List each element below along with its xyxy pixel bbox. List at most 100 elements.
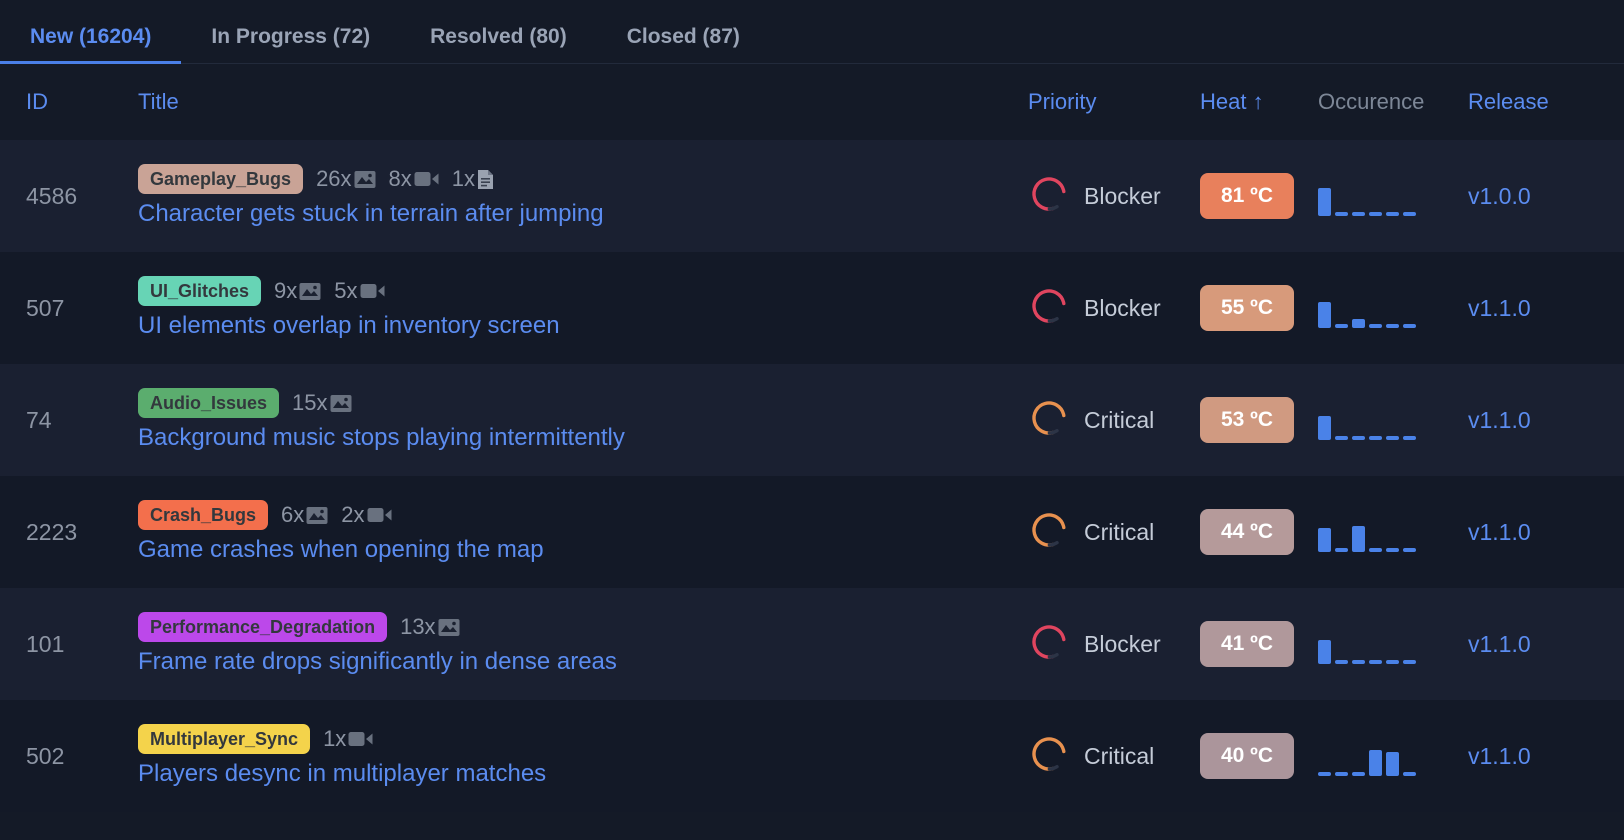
attachment-count: 1x (323, 726, 347, 751)
video-icon (348, 730, 373, 748)
row-tag[interactable]: Audio_Issues (138, 388, 280, 418)
sparkline-bar (1318, 528, 1331, 552)
sparkline-bar (1369, 548, 1382, 552)
row-title-cell: Performance_Degradation 13x Frame rate dro… (138, 588, 1028, 700)
sparkline-bar (1386, 212, 1399, 216)
row-tag-line: Crash_Bugs 6x 2x (138, 500, 1028, 530)
row-priority: Blocker (1028, 173, 1161, 220)
sparkline-bar (1352, 660, 1365, 664)
table-row[interactable]: 2223 Crash_Bugs 6x 2x Game crashes when open… (0, 476, 1624, 588)
tab-2[interactable]: Resolved (80) (400, 26, 597, 63)
table-row[interactable]: 74 Audio_Issues 15x Background music stops … (0, 364, 1624, 476)
row-title-link[interactable]: Background music stops playing intermitt… (138, 424, 1028, 452)
row-title-cell: UI_Glitches 9x 5x UI elements overlap in in… (138, 252, 1028, 364)
row-priority: Blocker (1028, 285, 1161, 332)
sparkline-bar (1318, 772, 1331, 776)
sparkline-bar (1318, 640, 1331, 664)
release-link[interactable]: v1.1.0 (1468, 743, 1531, 770)
attachment-image: 26x (316, 166, 376, 192)
row-title-link[interactable]: Game crashes when opening the map (138, 536, 1028, 564)
attachment-count: 8x (388, 166, 412, 191)
tab-0[interactable]: New (16204) (0, 26, 182, 64)
sparkline-bar (1386, 436, 1399, 440)
column-header-release[interactable]: Release (1468, 89, 1624, 115)
attachment-count: 2x (341, 502, 365, 527)
heat-badge: 55 ºC (1200, 285, 1294, 331)
table-row[interactable]: 502 Multiplayer_Sync 1x Players desync in m… (0, 700, 1624, 812)
image-icon (299, 282, 321, 301)
attachment-video: 2x (341, 502, 392, 528)
row-tag[interactable]: Performance_Degradation (138, 612, 388, 642)
attachment-count: 1x (451, 166, 476, 191)
sparkline-bar (1369, 750, 1382, 776)
sparkline-bar (1403, 436, 1416, 440)
table-row[interactable]: 4586 Gameplay_Bugs 26x 8x 1x Character gets s… (0, 140, 1624, 252)
video-icon (367, 506, 392, 524)
release-link[interactable]: v1.1.0 (1468, 407, 1531, 434)
row-tag[interactable]: UI_Glitches (138, 276, 262, 306)
row-title-link[interactable]: Frame rate drops significantly in dense … (138, 648, 1028, 676)
column-header-id[interactable]: ID (0, 89, 138, 115)
row-title-cell: Multiplayer_Sync 1x Players desync in mult… (138, 700, 1028, 812)
priority-gauge-icon (1028, 509, 1070, 556)
row-tag-line: UI_Glitches 9x 5x (138, 276, 1028, 306)
column-header-title[interactable]: Title (138, 89, 1028, 115)
row-title-cell: Gameplay_Bugs 26x 8x 1x Character gets stuck… (138, 140, 1028, 252)
row-id: 507 (26, 294, 65, 321)
table-row[interactable]: 101 Performance_Degradation 13x Frame rate … (0, 588, 1624, 700)
release-link[interactable]: v1.0.0 (1468, 183, 1531, 210)
heat-badge: 53 ºC (1200, 397, 1294, 443)
sparkline-bar (1352, 319, 1365, 328)
sparkline-bar (1403, 212, 1416, 216)
attachment-count: 9x (274, 278, 298, 303)
row-tag[interactable]: Multiplayer_Sync (138, 724, 311, 754)
row-title-cell: Audio_Issues 15x Background music stops pl… (138, 364, 1028, 476)
sparkline-bar (1386, 324, 1399, 328)
sparkline-bar (1352, 212, 1365, 216)
column-header-priority[interactable]: Priority (1028, 89, 1200, 115)
issues-table: ID Title Priority Heat ↑ Occurence Relea… (0, 64, 1624, 812)
priority-label: Blocker (1084, 630, 1161, 657)
release-link[interactable]: v1.1.0 (1468, 295, 1531, 322)
row-title-link[interactable]: UI elements overlap in inventory screen (138, 312, 1028, 340)
sparkline-bar (1335, 436, 1348, 440)
video-icon (360, 282, 385, 300)
row-tag[interactable]: Gameplay_Bugs (138, 164, 304, 194)
attachment-video: 1x (323, 726, 373, 752)
tab-1[interactable]: In Progress (72) (181, 26, 400, 63)
table-row[interactable]: 507 UI_Glitches 9x 5x UI elements overlap in… (0, 252, 1624, 364)
table-body: 4586 Gameplay_Bugs 26x 8x 1x Character gets s… (0, 140, 1624, 812)
sparkline-bar (1386, 752, 1399, 776)
attachment-video: 8x (389, 166, 439, 192)
sparkline-bar (1318, 416, 1331, 440)
sparkline-bar (1335, 212, 1348, 216)
occurence-sparkline (1318, 624, 1416, 664)
sparkline-bar (1403, 548, 1416, 552)
sparkline-bar (1369, 436, 1382, 440)
priority-label: Critical (1084, 518, 1155, 545)
sparkline-bar (1318, 302, 1331, 328)
priority-gauge-icon (1028, 621, 1070, 668)
release-link[interactable]: v1.1.0 (1468, 519, 1531, 546)
heat-badge: 44 ºC (1200, 509, 1294, 555)
release-link[interactable]: v1.1.0 (1468, 631, 1531, 658)
column-header-heat[interactable]: Heat ↑ (1200, 89, 1318, 115)
sparkline-bar (1335, 660, 1348, 664)
priority-gauge-icon (1028, 173, 1070, 220)
heat-badge: 81 ºC (1200, 173, 1294, 219)
tab-3[interactable]: Closed (87) (597, 26, 770, 63)
heat-badge: 41 ºC (1200, 621, 1294, 667)
sparkline-bar (1403, 772, 1416, 776)
occurence-sparkline (1318, 512, 1416, 552)
priority-gauge-icon (1028, 285, 1070, 332)
row-title-cell: Crash_Bugs 6x 2x Game crashes when opening … (138, 476, 1028, 588)
row-priority: Critical (1028, 509, 1154, 556)
row-title-link[interactable]: Players desync in multiplayer matches (138, 760, 1028, 788)
sparkline-bar (1335, 324, 1348, 328)
row-title-link[interactable]: Character gets stuck in terrain after ju… (138, 200, 1028, 228)
row-tag[interactable]: Crash_Bugs (138, 500, 269, 530)
image-icon (330, 394, 352, 413)
sparkline-bar (1369, 660, 1382, 664)
image-icon (438, 618, 460, 637)
column-header-occurence[interactable]: Occurence (1318, 89, 1468, 115)
